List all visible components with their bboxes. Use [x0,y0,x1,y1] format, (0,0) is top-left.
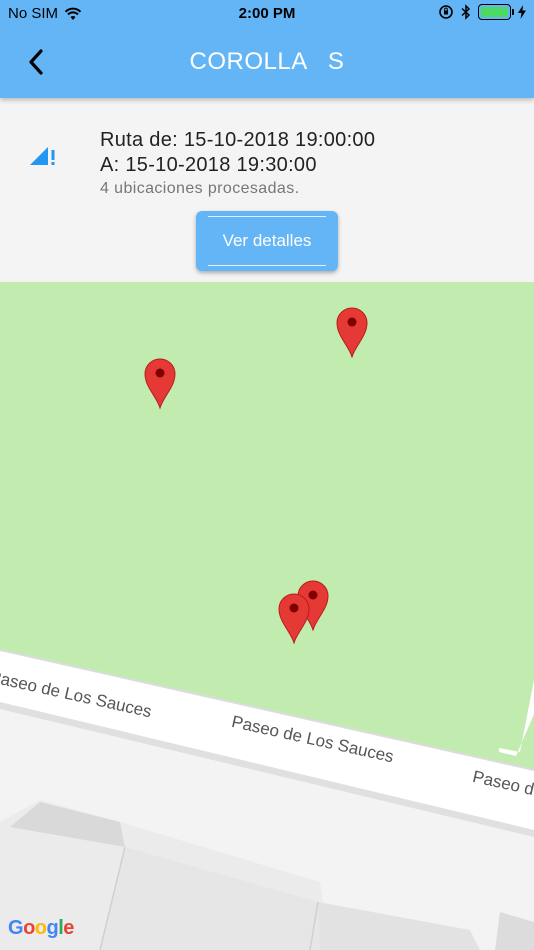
status-right [438,4,526,20]
google-logo: Google [8,917,74,939]
nav-bar: COROLLA S [0,28,534,98]
route-info-panel: Ruta de: 15-10-2018 19:00:00 A: 15-10-20… [0,98,534,282]
status-bar: No SIM 2:00 PM [0,0,534,28]
app-header: No SIM 2:00 PM COROLLA S [0,0,534,98]
battery-icon [478,4,514,20]
details-button[interactable]: Ver detalles [196,211,338,271]
bluetooth-icon [461,4,471,20]
map-pin-icon[interactable] [277,592,311,644]
route-text: Ruta de: 15-10-2018 19:00:00 A: 15-10-20… [100,128,375,200]
route-from: Ruta de: 15-10-2018 19:00:00 [100,129,376,151]
map-pin-icon[interactable] [335,306,369,358]
signal-alert-icon [30,147,55,165]
map-canvas [0,282,534,950]
page-title: COROLLA S [189,48,345,75]
map-pin-icon[interactable] [143,357,177,409]
charging-icon [518,5,526,19]
map-view[interactable]: Paseo de Los Sauces Paseo de Los Sauces … [0,282,534,950]
orientation-lock-icon [439,5,453,19]
route-to: A: 15-10-2018 19:30:00 [100,154,317,176]
locations-count: 4 ubicaciones procesadas. [100,180,300,197]
